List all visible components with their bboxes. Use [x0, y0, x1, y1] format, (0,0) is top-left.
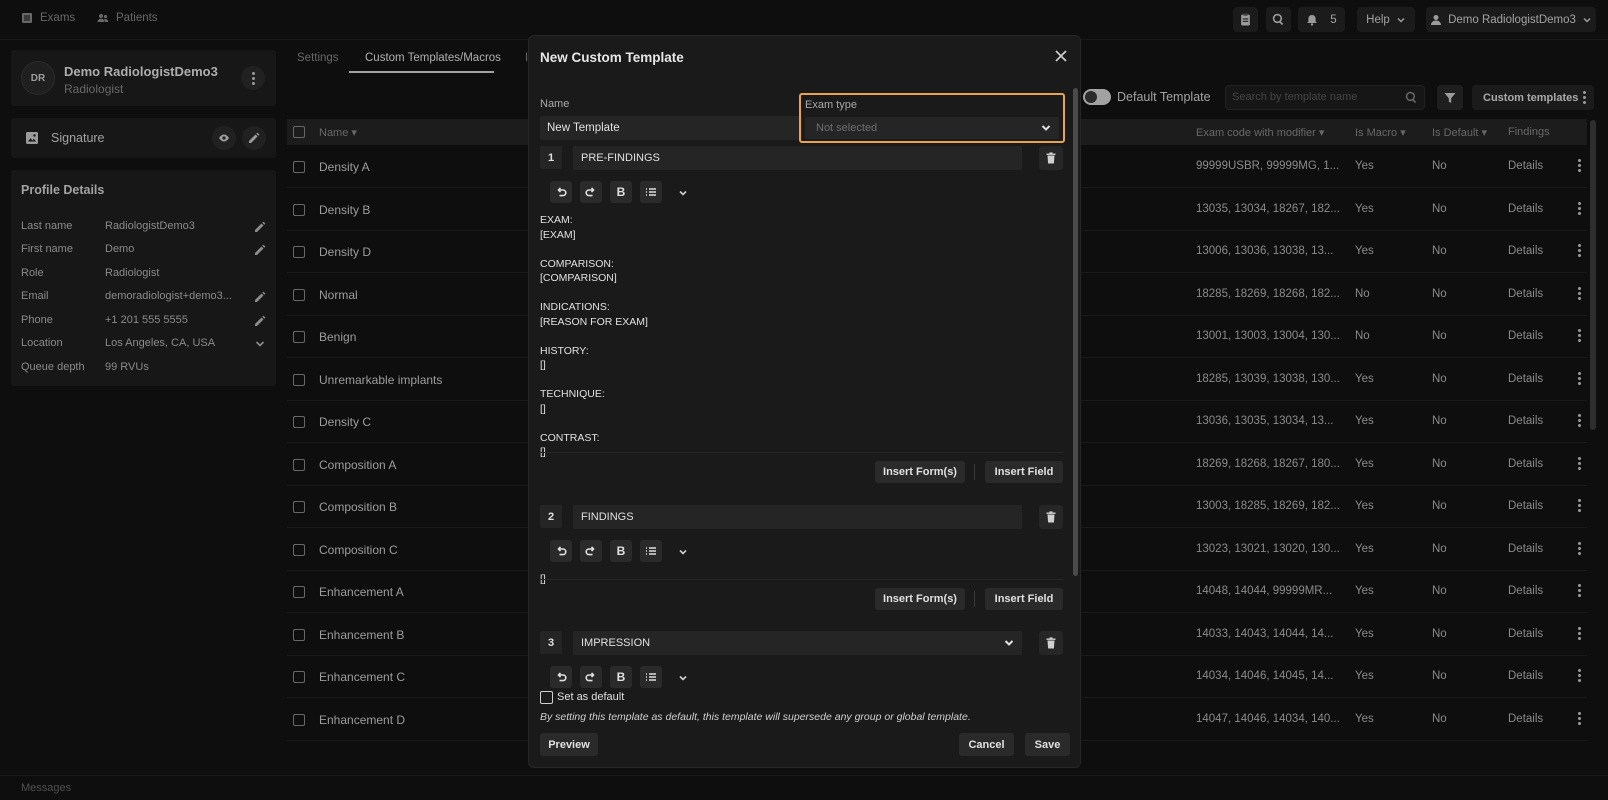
- insert-field-button[interactable]: Insert Field: [985, 461, 1063, 483]
- list-icon: [646, 547, 656, 555]
- trash-icon: [1046, 511, 1056, 523]
- undo-icon: [557, 546, 567, 556]
- undo-button[interactable]: [550, 540, 572, 562]
- bold-icon: B: [616, 185, 626, 199]
- new-template-modal: New Custom Template Name Exam type Not s…: [528, 35, 1081, 768]
- cancel-button[interactable]: Cancel: [959, 733, 1014, 756]
- more-tools-button[interactable]: [678, 672, 688, 682]
- insert-forms-button[interactable]: Insert Form(s): [875, 588, 965, 610]
- section-editor-content[interactable]: EXAM: [EXAM] COMPARISON: [COMPARISON] IN…: [540, 213, 648, 460]
- section-title-input[interactable]: FINDINGS: [573, 505, 1022, 529]
- button-separator: [974, 464, 975, 480]
- close-button[interactable]: [1053, 48, 1069, 64]
- set-default-checkbox[interactable]: [540, 691, 553, 704]
- section-divider: [540, 579, 1063, 580]
- chevron-down-icon: [1004, 640, 1014, 646]
- section-title-select[interactable]: IMPRESSION: [573, 631, 1022, 655]
- redo-icon: [585, 546, 595, 556]
- redo-icon: [585, 187, 595, 197]
- undo-button[interactable]: [550, 181, 572, 203]
- save-button[interactable]: Save: [1025, 733, 1070, 756]
- exam-type-select[interactable]: Not selected: [805, 117, 1059, 139]
- trash-icon: [1046, 152, 1056, 164]
- redo-icon: [585, 672, 595, 682]
- list-icon: [646, 188, 656, 196]
- list-button[interactable]: [640, 540, 662, 562]
- chevron-down-icon: [1041, 125, 1051, 131]
- undo-icon: [557, 187, 567, 197]
- section-number: 2: [540, 505, 562, 528]
- section-number: 1: [540, 146, 562, 169]
- undo-button[interactable]: [550, 666, 572, 688]
- set-default-label: Set as default: [557, 691, 625, 703]
- more-tools-button[interactable]: [678, 187, 688, 197]
- chevron-down-icon: [679, 675, 687, 681]
- sections-scroll-area[interactable]: 1 PRE-FINDINGS B EXAM: [EXAM] COMPARISON…: [529, 146, 1080, 713]
- section-divider: [540, 452, 1063, 453]
- more-tools-button[interactable]: [678, 546, 688, 556]
- bold-button[interactable]: B: [610, 181, 632, 203]
- bold-icon: B: [616, 670, 626, 684]
- delete-section-button[interactable]: [1039, 146, 1063, 170]
- name-label: Name: [540, 98, 570, 110]
- list-button[interactable]: [640, 666, 662, 688]
- bold-button[interactable]: B: [610, 540, 632, 562]
- preview-button[interactable]: Preview: [540, 733, 598, 756]
- undo-icon: [557, 672, 567, 682]
- section-title-value: IMPRESSION: [581, 637, 651, 649]
- exam-type-value: Not selected: [816, 122, 878, 134]
- modal-title: New Custom Template: [540, 50, 684, 65]
- exam-type-label: Exam type: [805, 99, 857, 111]
- exam-type-field: Exam type Not selected: [799, 93, 1065, 143]
- redo-button[interactable]: [580, 181, 602, 203]
- redo-button[interactable]: [580, 666, 602, 688]
- section-number: 3: [540, 631, 562, 654]
- bold-icon: B: [616, 544, 626, 558]
- name-input[interactable]: [540, 116, 802, 140]
- insert-field-button[interactable]: Insert Field: [985, 588, 1063, 610]
- chevron-down-icon: [679, 549, 687, 555]
- trash-icon: [1046, 637, 1056, 649]
- section-title-input[interactable]: PRE-FINDINGS: [573, 146, 1022, 170]
- bold-button[interactable]: B: [610, 666, 632, 688]
- list-button[interactable]: [640, 181, 662, 203]
- redo-button[interactable]: [580, 540, 602, 562]
- delete-section-button[interactable]: [1039, 631, 1063, 655]
- close-icon: [1055, 50, 1067, 62]
- insert-forms-button[interactable]: Insert Form(s): [875, 461, 965, 483]
- chevron-down-icon: [679, 190, 687, 196]
- delete-section-button[interactable]: [1039, 505, 1063, 529]
- button-separator: [974, 591, 975, 607]
- list-icon: [646, 673, 656, 681]
- set-default-note: By setting this template as default, thi…: [540, 711, 971, 723]
- modal-scrollbar[interactable]: [1073, 88, 1078, 713]
